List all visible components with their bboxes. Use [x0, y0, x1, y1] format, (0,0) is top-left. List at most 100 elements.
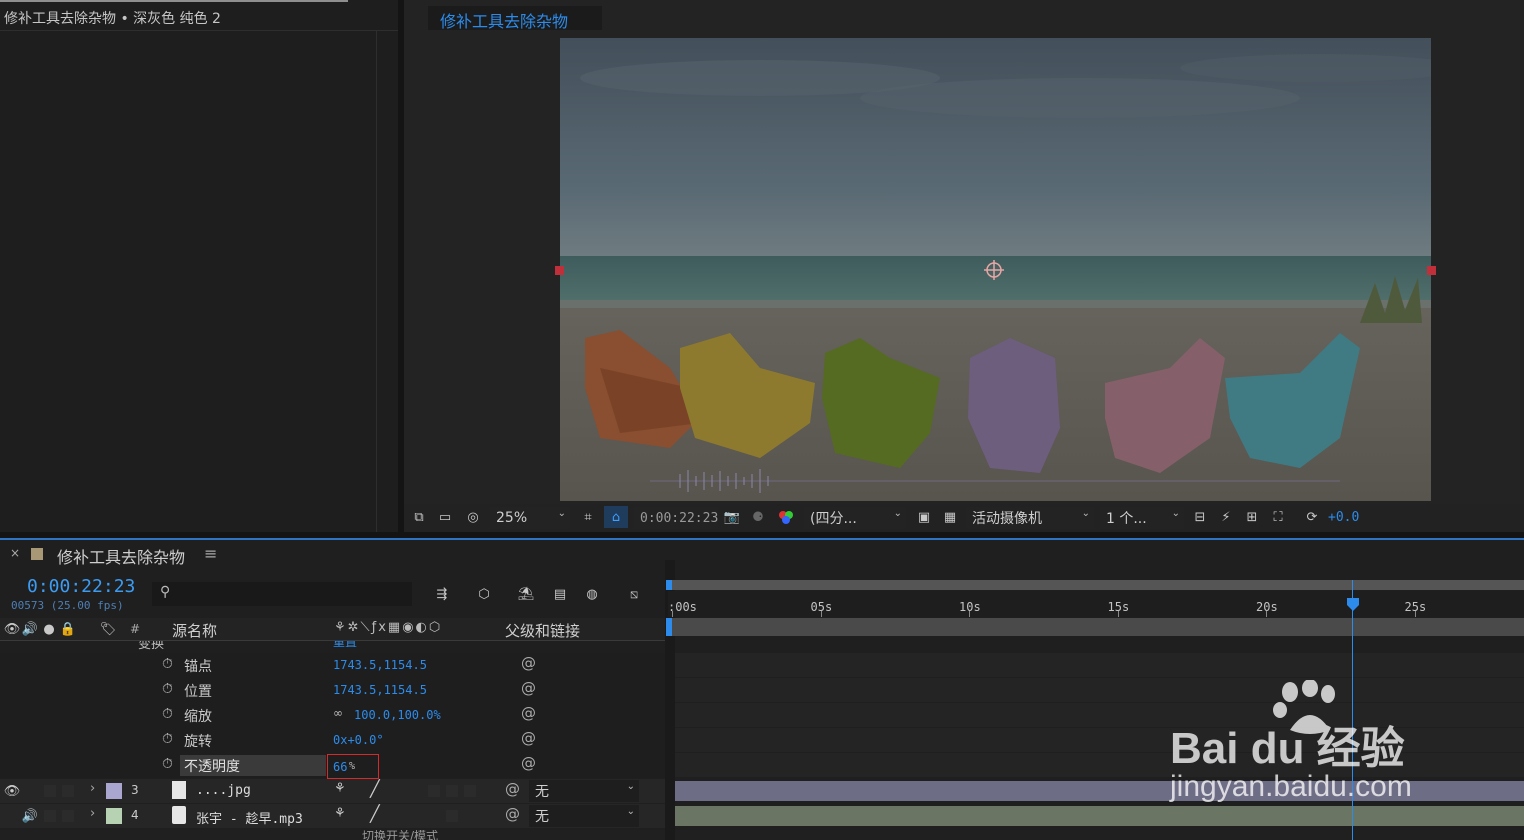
stopwatch-icon[interactable]: ⏱ [162, 756, 173, 772]
panel-menu-icon[interactable]: ≡ [204, 544, 217, 563]
monitor-icon[interactable]: ▭ [436, 508, 454, 526]
show-snapshot-icon[interactable]: ⚈ [748, 508, 768, 526]
color-channels-icon[interactable] [776, 508, 796, 526]
close-icon[interactable]: × [10, 546, 20, 560]
solo-toggle[interactable] [44, 810, 56, 822]
timecode-display[interactable]: 0:00:22:23 [634, 507, 718, 529]
timeline-icon[interactable]: ⊞ [1242, 508, 1262, 526]
lock-icon[interactable]: 🔒 [60, 620, 76, 638]
shy-switch-icon[interactable]: ⚘ [334, 806, 346, 821]
resolution-dropdown[interactable]: (四分... ⌄ [804, 507, 906, 529]
motion-blur-icon[interactable]: ◍ [580, 582, 604, 606]
property-value[interactable]: 0x+0.0° [333, 733, 384, 747]
playhead-handle-icon[interactable] [1346, 598, 1359, 612]
layer-row[interactable]: 🔊 › 4 张宇 - 趁早.mp3 ⚘ ╱ @ 无 ⌄ [0, 804, 665, 828]
transform-group-header[interactable]: 变换 重置 [0, 641, 665, 651]
shy-switch-icon[interactable]: ⚘ [334, 781, 346, 796]
constrain-proportions-icon[interactable]: ∞ [333, 706, 343, 720]
label-tag-icon[interactable]: 🏷 [100, 620, 117, 638]
switch-box[interactable] [428, 785, 440, 797]
layer-name[interactable]: ....jpg [196, 783, 251, 798]
pick-whip-icon[interactable]: @ [521, 704, 536, 722]
transform-reset-link[interactable]: 重置 [333, 641, 357, 650]
lock-toggle[interactable] [62, 785, 74, 797]
timeline-tab-title[interactable]: 修补工具去除杂物 [57, 544, 185, 568]
pick-whip-icon[interactable]: @ [521, 729, 536, 747]
column-parent-link[interactable]: 父级和链接 [505, 620, 580, 641]
stopwatch-icon[interactable]: ⏱ [162, 731, 173, 747]
fast-previews-icon[interactable]: ⚡ [1216, 508, 1236, 526]
transparency-grid-icon[interactable]: ▦ [940, 508, 960, 526]
stopwatch-icon[interactable]: ⏱ [162, 706, 173, 722]
flowchart-icon[interactable]: ⛶ [1268, 508, 1288, 526]
stopwatch-icon[interactable]: ⏱ [162, 656, 173, 672]
solo-icon[interactable]: ● [42, 620, 56, 638]
pick-whip-icon[interactable]: @ [505, 780, 520, 798]
layer-name[interactable]: 张宇 - 趁早.mp3 [196, 808, 303, 827]
pick-whip-icon[interactable]: @ [505, 805, 520, 823]
expand-chevron-icon[interactable]: › [90, 781, 95, 796]
audio-speaker-icon[interactable]: 🔊 [22, 620, 38, 638]
graph-editor-icon[interactable]: ⧅ [622, 582, 646, 606]
switch-box[interactable] [446, 785, 458, 797]
quality-switch-icon[interactable]: ╱ [370, 804, 380, 823]
frame-blending-icon[interactable]: ▤ [548, 582, 572, 606]
search-input[interactable] [182, 584, 406, 604]
expand-chevron-icon[interactable]: › [90, 806, 95, 821]
views-dropdown[interactable]: 1 个... ⌄ [1100, 507, 1184, 529]
toggle-switches-modes[interactable]: 切换开关/模式 [362, 830, 438, 840]
exposure-value[interactable]: +0.0 [1328, 510, 1359, 525]
switch-box[interactable] [446, 810, 458, 822]
region-of-interest-icon[interactable]: ▣ [914, 508, 934, 526]
work-area-bar[interactable] [668, 580, 1524, 590]
pick-whip-icon[interactable]: @ [521, 754, 536, 772]
property-value[interactable]: 66 [333, 760, 347, 774]
layer-label-color[interactable] [106, 783, 122, 799]
parent-dropdown[interactable]: 无 ⌄ [529, 805, 639, 827]
video-eye-icon[interactable]: 👁 [4, 782, 21, 800]
time-ruler[interactable] [668, 591, 1524, 617]
lock-toggle[interactable] [62, 810, 74, 822]
quality-switch-icon[interactable]: ╱ [370, 779, 380, 798]
camera-dropdown[interactable]: 活动摄像机 ⌄ [966, 507, 1094, 529]
layer-search[interactable]: ⚲ [152, 582, 412, 606]
reset-exposure-icon[interactable]: ⟳ [1302, 508, 1322, 526]
opacity-value-highlight[interactable]: 66 % [327, 754, 379, 779]
mask-path-icon[interactable]: ⌂ [604, 506, 628, 528]
stopwatch-icon[interactable]: ⏱ [162, 681, 173, 697]
property-row-anchor: ⏱ 锚点 1743.5,1154.5 @ [0, 653, 665, 678]
composition-mini-flowchart-icon[interactable]: ⇶ [430, 582, 454, 606]
viewer-tab[interactable]: 修补工具去除杂物 [428, 6, 602, 31]
snapshot-camera-icon[interactable]: 📷 [722, 508, 742, 526]
mask-visibility-icon[interactable]: ◎ [462, 508, 484, 526]
toggle-pixel-aspect-icon[interactable]: ⊟ [1190, 508, 1210, 526]
column-source-name[interactable]: 源名称 [172, 620, 217, 641]
switch-box[interactable] [464, 785, 476, 797]
pick-whip-icon[interactable]: @ [521, 679, 536, 697]
draft-3d-icon[interactable]: ⬡ [472, 582, 496, 606]
comp-button-start[interactable] [666, 618, 672, 636]
always-preview-icon[interactable]: ⧉ [410, 508, 428, 526]
safe-margins-icon[interactable]: ⌗ [578, 508, 598, 526]
audio-speaker-icon[interactable]: 🔊 [22, 807, 38, 825]
property-value[interactable]: 1743.5,1154.5 [333, 658, 427, 672]
comp-button-bar[interactable] [668, 618, 1524, 636]
viewer-canvas[interactable] [560, 38, 1431, 501]
pick-whip-icon[interactable]: @ [521, 654, 536, 672]
video-eye-icon[interactable]: 👁 [4, 620, 21, 638]
switches-icons[interactable]: ⚘✲⟍ƒx▦◉◐⬡ [334, 620, 442, 635]
current-time-display[interactable]: 0:00:22:23 [27, 576, 135, 597]
left-handle[interactable] [555, 266, 564, 275]
layer-label-color[interactable] [106, 808, 122, 824]
property-value[interactable]: 1743.5,1154.5 [333, 683, 427, 697]
work-area-start[interactable] [666, 580, 672, 590]
right-handle[interactable] [1427, 266, 1436, 275]
property-value[interactable]: 100.0,100.0% [354, 708, 441, 722]
zoom-dropdown[interactable]: 25% ⌄ [490, 507, 570, 529]
chevron-down-icon: ⌄ [1171, 508, 1180, 519]
shy-layers-icon[interactable]: ⛱ [514, 582, 538, 606]
viewer-toolbar: ⧉ ▭ ◎ 25% ⌄ ⌗ ⌂ 0:00:22:23 📷 ⚈ (四分... ⌄ … [404, 504, 1524, 532]
layer-row[interactable]: 👁 › 3 ....jpg ⚘ ╱ @ 无 ⌄ [0, 779, 665, 803]
solo-toggle[interactable] [44, 785, 56, 797]
parent-dropdown[interactable]: 无 ⌄ [529, 780, 639, 802]
